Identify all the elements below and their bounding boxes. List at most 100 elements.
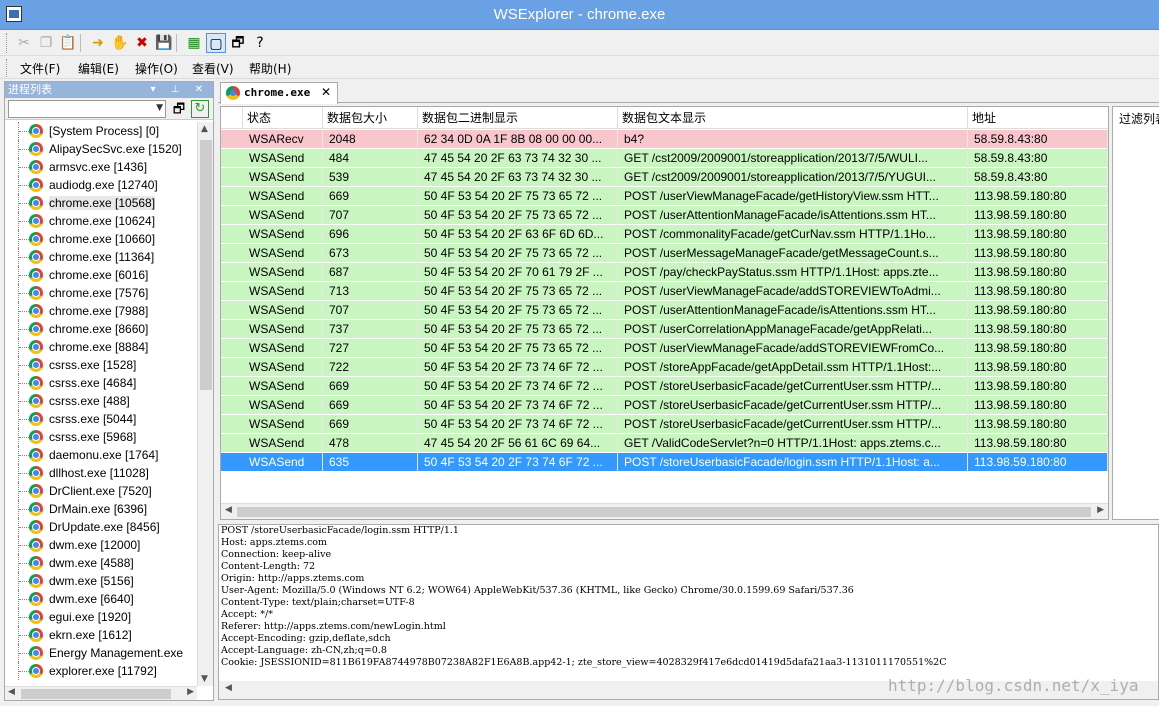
- menu-edit[interactable]: 编辑(E): [78, 60, 119, 77]
- column-header-hex[interactable]: 数据包二进制显示: [418, 107, 618, 129]
- scroll-thumb[interactable]: [237, 507, 1091, 517]
- table-row[interactable]: WSASend 484 47 45 54 20 2F 63 73 74 32 30 …: [221, 149, 1108, 168]
- scroll-left-icon[interactable]: ◀: [8, 687, 15, 697]
- process-item[interactable]: daemonu.exe [1764]: [5, 446, 197, 464]
- window-icon[interactable]: ▢: [206, 33, 226, 53]
- process-item[interactable]: dwm.exe [5156]: [5, 572, 197, 590]
- scroll-down-icon[interactable]: ▼: [201, 674, 208, 684]
- column-header-text[interactable]: 数据包文本显示: [618, 107, 968, 129]
- pane-header-buttons[interactable]: ▾ ⊥ ✕: [151, 82, 209, 98]
- menubar-grip[interactable]: [6, 59, 9, 77]
- process-item[interactable]: ekrn.exe [1612]: [5, 626, 197, 644]
- table-row[interactable]: WSASend 722 50 4F 53 54 20 2F 73 74 6F 72 …: [221, 358, 1108, 377]
- process-item[interactable]: chrome.exe [10568]: [5, 194, 197, 212]
- cell-hex: 50 4F 53 54 20 2F 73 74 6F 72 ...: [418, 377, 618, 396]
- table-row[interactable]: WSASend 737 50 4F 53 54 20 2F 75 73 65 72 …: [221, 320, 1108, 339]
- scroll-thumb[interactable]: [200, 140, 212, 390]
- process-item[interactable]: egui.exe [1920]: [5, 608, 197, 626]
- table-row[interactable]: WSASend 669 50 4F 53 54 20 2F 73 74 6F 72 …: [221, 377, 1108, 396]
- scroll-thumb[interactable]: [21, 689, 171, 699]
- process-item[interactable]: armsvc.exe [1436]: [5, 158, 197, 176]
- cell-address: 58.59.8.43:80: [968, 149, 1108, 168]
- cut-icon[interactable]: ✂: [14, 33, 34, 53]
- scroll-right-icon[interactable]: ▶: [1097, 505, 1104, 515]
- tree-branch: [19, 599, 29, 600]
- tree-view-icon[interactable]: ▦: [184, 33, 204, 53]
- process-item[interactable]: csrss.exe [1528]: [5, 356, 197, 374]
- delete-x-icon[interactable]: ✖: [132, 33, 152, 53]
- table-row[interactable]: WSASend 713 50 4F 53 54 20 2F 75 73 65 72 …: [221, 282, 1108, 301]
- column-header-size[interactable]: 数据包大小: [323, 107, 418, 129]
- scroll-right-icon[interactable]: ▶: [187, 687, 194, 697]
- table-row[interactable]: WSASend 635 50 4F 53 54 20 2F 73 74 6F 72 …: [221, 453, 1108, 472]
- process-item[interactable]: audiodg.exe [12740]: [5, 176, 197, 194]
- table-row[interactable]: WSASend 539 47 45 54 20 2F 63 73 74 32 30 …: [221, 168, 1108, 187]
- process-item[interactable]: chrome.exe [7576]: [5, 284, 197, 302]
- tab-chrome[interactable]: chrome.exe ✕: [220, 82, 338, 104]
- process-item[interactable]: chrome.exe [6016]: [5, 266, 197, 284]
- toolbar-grip[interactable]: [6, 33, 9, 53]
- process-list-hscrollbar[interactable]: ◀ ▶: [5, 686, 197, 700]
- refresh-icon[interactable]: ↻: [191, 100, 209, 118]
- menu-view[interactable]: 查看(V): [192, 60, 234, 77]
- menu-operation[interactable]: 操作(O): [135, 60, 178, 77]
- process-item[interactable]: [System Process] [0]: [5, 122, 197, 140]
- table-row[interactable]: WSASend 707 50 4F 53 54 20 2F 75 73 65 72 …: [221, 301, 1108, 320]
- process-item[interactable]: csrss.exe [5044]: [5, 410, 197, 428]
- process-item[interactable]: Energy Management.exe: [5, 644, 197, 662]
- table-row[interactable]: WSASend 707 50 4F 53 54 20 2F 75 73 65 72 …: [221, 206, 1108, 225]
- process-item[interactable]: chrome.exe [8660]: [5, 320, 197, 338]
- table-row[interactable]: WSASend 673 50 4F 53 54 20 2F 75 73 65 72 …: [221, 244, 1108, 263]
- packet-detail-text[interactable]: POST /storeUserbasicFacade/login.ssm HTT…: [218, 524, 1159, 700]
- process-item[interactable]: DrClient.exe [7520]: [5, 482, 197, 500]
- paste-icon[interactable]: 📋: [58, 33, 78, 53]
- process-item[interactable]: DrUpdate.exe [8456]: [5, 518, 197, 536]
- process-item[interactable]: chrome.exe [8884]: [5, 338, 197, 356]
- process-item[interactable]: DrMain.exe [6396]: [5, 500, 197, 518]
- process-item[interactable]: dwm.exe [12000]: [5, 536, 197, 554]
- process-item[interactable]: csrss.exe [4684]: [5, 374, 197, 392]
- arrow-right-icon[interactable]: ➜: [88, 33, 108, 53]
- process-item[interactable]: csrss.exe [488]: [5, 392, 197, 410]
- table-row[interactable]: WSASend 727 50 4F 53 54 20 2F 75 73 65 72 …: [221, 339, 1108, 358]
- table-row[interactable]: WSASend 669 50 4F 53 54 20 2F 73 74 6F 72 …: [221, 415, 1108, 434]
- properties-icon[interactable]: 🗗: [170, 100, 188, 118]
- process-item[interactable]: AlipaySecSvc.exe [1520]: [5, 140, 197, 158]
- help-icon[interactable]: ?: [250, 33, 270, 53]
- tree-branch: [19, 563, 29, 564]
- scroll-left-icon[interactable]: ◀: [225, 505, 232, 515]
- menu-help[interactable]: 帮助(H): [249, 60, 291, 77]
- table-row[interactable]: WSASend 669 50 4F 53 54 20 2F 75 73 65 72 …: [221, 187, 1108, 206]
- process-list-vscrollbar[interactable]: ▲ ▼: [197, 122, 213, 686]
- table-row[interactable]: WSASend 687 50 4F 53 54 20 2F 70 61 79 2F …: [221, 263, 1108, 282]
- save-icon[interactable]: 💾: [154, 33, 174, 53]
- menu-file[interactable]: 文件(F): [20, 60, 60, 77]
- process-item[interactable]: chrome.exe [10660]: [5, 230, 197, 248]
- table-row[interactable]: WSASend 478 47 45 54 20 2F 56 61 6C 69 64.…: [221, 434, 1108, 453]
- process-item[interactable]: chrome.exe [10624]: [5, 212, 197, 230]
- hand-icon[interactable]: ✋: [110, 33, 130, 53]
- process-item[interactable]: dllhost.exe [11028]: [5, 464, 197, 482]
- process-tree: [System Process] [0] AlipaySecSvc.exe [15…: [5, 122, 197, 686]
- table-row[interactable]: WSASend 669 50 4F 53 54 20 2F 73 74 6F 72 …: [221, 396, 1108, 415]
- table-row[interactable]: WSARecv 2048 62 34 0D 0A 1F 8B 08 00 00 00…: [221, 130, 1108, 149]
- process-item[interactable]: chrome.exe [7988]: [5, 302, 197, 320]
- copy-icon[interactable]: ❐: [36, 33, 56, 53]
- close-icon[interactable]: ✕: [321, 85, 331, 99]
- process-filter-combo[interactable]: ▼: [8, 100, 166, 118]
- process-item[interactable]: chrome.exe [11364]: [5, 248, 197, 266]
- cell-hex: 50 4F 53 54 20 2F 73 74 6F 72 ...: [418, 358, 618, 377]
- chevron-down-icon[interactable]: ▼: [156, 103, 163, 113]
- table-hscrollbar[interactable]: ◀ ▶: [221, 503, 1108, 519]
- process-item[interactable]: csrss.exe [5968]: [5, 428, 197, 446]
- process-item[interactable]: dwm.exe [6640]: [5, 590, 197, 608]
- table-row[interactable]: WSASend 696 50 4F 53 54 20 2F 63 6F 6D 6D.…: [221, 225, 1108, 244]
- column-header-status[interactable]: 状态: [243, 107, 323, 129]
- properties-icon[interactable]: 🗗: [228, 33, 248, 53]
- scroll-up-icon[interactable]: ▲: [201, 124, 208, 134]
- scroll-left-icon[interactable]: ◀: [225, 683, 232, 693]
- cell-status: WSASend: [243, 187, 323, 206]
- process-item[interactable]: explorer.exe [11792]: [5, 662, 197, 680]
- process-item[interactable]: dwm.exe [4588]: [5, 554, 197, 572]
- column-header-address[interactable]: 地址: [968, 107, 1108, 129]
